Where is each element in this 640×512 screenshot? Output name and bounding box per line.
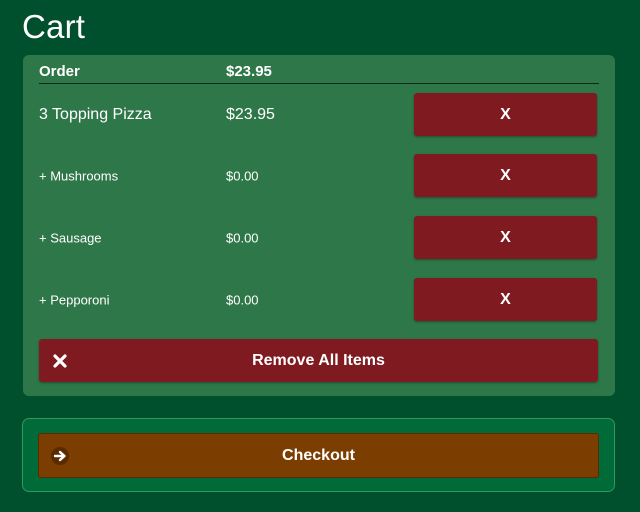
cart-panel: Order $23.95 3 Topping Pizza $23.95 X + …: [23, 55, 615, 396]
remove-item-button[interactable]: X: [414, 278, 597, 321]
cart-item-name: + Pepporoni: [39, 292, 110, 308]
cart-item-price: $0.00: [226, 292, 259, 308]
cart-item-row: 3 Topping Pizza $23.95 X: [39, 93, 599, 137]
order-header: Order $23.95: [39, 63, 599, 84]
page-title: Cart: [22, 8, 86, 45]
remove-item-button[interactable]: X: [414, 93, 597, 136]
cart-item-name: + Sausage: [39, 230, 102, 246]
cart-item-name: + Mushrooms: [39, 168, 119, 184]
cart-item-row: + Pepporoni $0.00 X: [39, 278, 599, 322]
cart-item-price: $23.95: [226, 106, 275, 123]
checkout-label: Checkout: [282, 446, 355, 464]
cart-item-row: + Mushrooms $0.00 X: [39, 154, 599, 198]
remove-all-items-label: Remove All Items: [252, 351, 385, 369]
checkout-button[interactable]: Checkout: [38, 433, 599, 478]
cart-item-row: + Sausage $0.00 X: [39, 216, 599, 260]
remove-all-items-button[interactable]: Remove All Items: [39, 339, 598, 382]
cart-item-price: $0.00: [226, 168, 259, 184]
arrow-right-circle-icon: [50, 446, 70, 466]
close-x-icon: [52, 353, 68, 369]
cart-item-name: 3 Topping Pizza: [39, 106, 152, 123]
checkout-panel: Checkout: [22, 418, 615, 492]
remove-item-button[interactable]: X: [414, 216, 597, 259]
remove-item-button[interactable]: X: [414, 154, 597, 197]
order-total: $23.95: [226, 63, 272, 80]
order-header-label: Order: [39, 63, 80, 80]
cart-item-price: $0.00: [226, 230, 259, 246]
